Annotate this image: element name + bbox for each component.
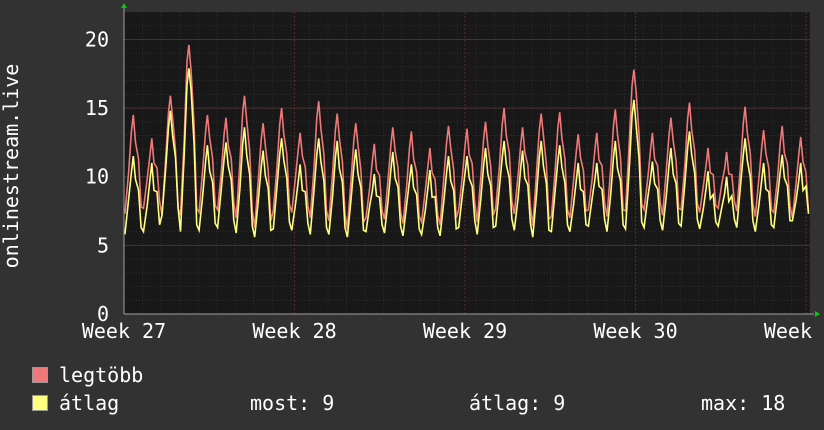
legend-swatch-max bbox=[32, 367, 48, 383]
stat-max: max: 18 bbox=[701, 391, 786, 415]
y-tick-label: 15 bbox=[85, 96, 109, 120]
x-tick-label: Week 29 bbox=[423, 319, 507, 343]
legend-row-avg: átlag most: 9 átlag: 9 max: 18 bbox=[32, 391, 812, 419]
x-tick-label: Week 28 bbox=[252, 319, 336, 343]
x-axis-arrow bbox=[815, 311, 820, 317]
y-axis-arrow bbox=[121, 3, 127, 8]
legend-label-max: legtöbb bbox=[59, 363, 144, 387]
legend-row-max: legtöbb bbox=[32, 363, 812, 391]
y-tick-label: 10 bbox=[85, 165, 109, 189]
legend-swatch-avg bbox=[32, 395, 48, 411]
x-tick-label: Week 30 bbox=[593, 319, 677, 343]
y-tick-label: 20 bbox=[85, 27, 109, 51]
legend: legtöbb átlag most: 9 átlag: 9 max: 18 bbox=[32, 363, 812, 419]
x-tick-label: Week 27 bbox=[82, 319, 166, 343]
x-tick-label: Week 31 bbox=[764, 319, 824, 343]
y-axis-label: onlinestream.live bbox=[0, 64, 23, 269]
y-tick-label: 5 bbox=[97, 233, 109, 257]
stat-avg: átlag: 9 bbox=[469, 391, 566, 415]
chart: 05101520Week 27 Week 28 Week 29 Week 30 Week… bbox=[0, 3, 824, 343]
stat-now: most: 9 bbox=[250, 391, 335, 415]
legend-label-avg: átlag bbox=[59, 391, 120, 415]
